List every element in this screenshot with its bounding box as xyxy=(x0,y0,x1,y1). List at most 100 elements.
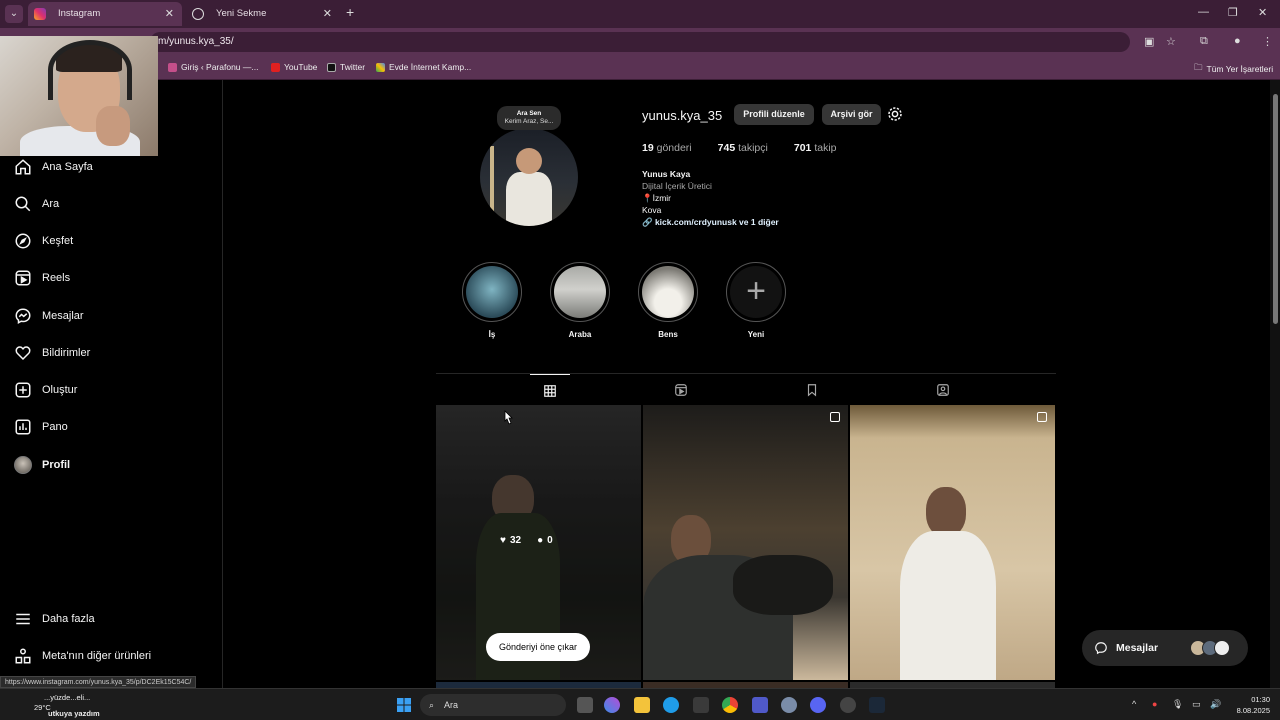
minimize-icon[interactable]: — xyxy=(1198,6,1209,18)
reels-icon xyxy=(15,270,31,286)
taskbar-notification-text: utkuya yazdım xyxy=(48,709,100,718)
tab-title: Yeni Sekme xyxy=(216,8,267,19)
bio-category: Dijital İçerik Üretici xyxy=(642,181,712,191)
folder-icon: 🗀 xyxy=(1194,62,1203,72)
highlight-label: Bens xyxy=(658,330,678,339)
edge-icon[interactable] xyxy=(663,697,679,713)
page-scrollbar[interactable] xyxy=(1270,80,1280,688)
profile-stats: 19 gönderi 745 takipçi 701 takip xyxy=(642,142,837,154)
all-bookmarks[interactable]: 🗀 Tüm Yer İşaretleri xyxy=(1194,62,1273,76)
chrome-icon[interactable] xyxy=(722,697,738,713)
profile-tabs xyxy=(436,373,1056,405)
bookmark-item[interactable]: Evde İnternet Kamp... xyxy=(376,62,471,72)
star-icon[interactable]: ☆ xyxy=(1166,35,1176,48)
taskbar-clock[interactable]: 01:30 8.08.2025 xyxy=(1237,694,1270,716)
sidebar-item-home[interactable]: Ana Sayfa xyxy=(14,152,93,182)
tab-posts[interactable] xyxy=(530,374,570,406)
store-icon[interactable] xyxy=(693,697,709,713)
profile-note[interactable]: Ara Sen Kerim Araz, Se... xyxy=(497,106,561,130)
post-tile[interactable] xyxy=(643,405,848,680)
profile-avatar[interactable] xyxy=(480,128,578,226)
menu-icon[interactable]: ⋮ xyxy=(1262,35,1273,48)
task-view-icon[interactable] xyxy=(577,697,593,713)
address-bar[interactable]: m/yunus.kya_35/ xyxy=(150,32,1130,52)
sidebar-item-meta[interactable]: Meta'nın diğer ürünleri xyxy=(14,641,151,671)
avatar xyxy=(1214,640,1230,656)
profile-icon[interactable]: ● xyxy=(1234,35,1241,47)
sidebar-item-messages[interactable]: Mesajlar xyxy=(14,301,84,331)
feature-post-button[interactable]: Gönderiyi öne çıkar xyxy=(486,633,590,661)
carousel-icon xyxy=(830,412,840,422)
sidebar-item-dashboard[interactable]: Pano xyxy=(14,412,68,442)
gear-icon[interactable] xyxy=(886,105,904,123)
taskbar-search[interactable]: ⌕ Ara xyxy=(420,694,566,716)
tab-tagged[interactable] xyxy=(923,374,963,406)
highlight-item[interactable]: Araba xyxy=(550,262,610,339)
discord-icon[interactable] xyxy=(810,697,826,713)
tab-reels[interactable] xyxy=(661,374,701,406)
steam-icon[interactable] xyxy=(869,697,885,713)
sidebar-item-label: Reels xyxy=(42,272,71,284)
file-explorer-icon[interactable] xyxy=(634,697,650,713)
teams-icon[interactable] xyxy=(752,697,768,713)
instagram-favicon-icon xyxy=(34,8,46,20)
url-text: m/yunus.kya_35/ xyxy=(158,36,234,47)
tab-search-button[interactable]: ⌄ xyxy=(5,5,23,23)
tab-new-tab[interactable]: Yeni Sekme ✕ xyxy=(186,2,340,26)
obs-icon[interactable] xyxy=(840,697,856,713)
tray-overflow-icon[interactable]: ^ xyxy=(1132,699,1136,709)
volume-icon[interactable]: 🔊 xyxy=(1210,699,1221,710)
tray-app-icon[interactable]: ● xyxy=(1152,699,1157,709)
following-stat[interactable]: 701 takip xyxy=(794,142,837,154)
highlight-cover xyxy=(554,266,606,318)
highlight-label: Yeni xyxy=(747,330,765,339)
sidebar-item-reels[interactable]: Reels xyxy=(14,263,70,293)
close-icon[interactable]: ✕ xyxy=(165,2,174,26)
view-archive-button[interactable]: Arşivi gör xyxy=(822,104,881,125)
sidebar-item-notifications[interactable]: Bildirimler xyxy=(14,338,90,368)
reels-icon xyxy=(675,384,687,396)
sidebar-item-create[interactable]: Oluştur xyxy=(14,375,77,405)
microphone-icon[interactable]: 🎙 xyxy=(1172,699,1183,710)
youtube-icon xyxy=(271,62,280,72)
extensions-icon[interactable]: ⧉ xyxy=(1200,35,1208,48)
sidebar-item-more[interactable]: Daha fazla xyxy=(14,604,95,634)
highlight-item[interactable]: İş xyxy=(462,262,522,339)
profile-username: yunus.kya_35 xyxy=(642,108,723,123)
bookmark-youtube[interactable]: YouTube xyxy=(271,62,317,72)
bookmarks-bar: Giriş ‹ Parafonu —... YouTube Twitter Ev… xyxy=(0,56,1280,80)
new-highlight-button[interactable]: + Yeni xyxy=(726,262,786,339)
bio-link[interactable]: 🔗 kick.com/crdyunusk ve 1 diğer xyxy=(642,216,779,228)
bookmark-twitter[interactable]: Twitter xyxy=(327,62,365,72)
bookmark-label: Tüm Yer İşaretleri xyxy=(1206,64,1274,74)
copilot-icon[interactable] xyxy=(604,697,620,713)
scrollbar-thumb[interactable] xyxy=(1273,94,1278,324)
sidebar-item-label: Mesajlar xyxy=(42,310,84,322)
sidebar-item-search[interactable]: Ara xyxy=(14,189,59,219)
webcam-overlay xyxy=(0,36,158,156)
post-tile[interactable] xyxy=(850,405,1055,680)
highlight-item[interactable]: Bens xyxy=(638,262,698,339)
close-icon[interactable]: ✕ xyxy=(323,2,332,26)
post-tile[interactable]: ♥ 32 ● 0 Gönderiyi öne çıkar xyxy=(436,405,641,680)
tab-saved[interactable] xyxy=(792,374,832,406)
windows-start-icon[interactable] xyxy=(396,697,412,713)
followers-stat[interactable]: 745 takipçi xyxy=(718,142,768,154)
comment-count: ● 0 xyxy=(537,535,553,546)
new-tab-button[interactable]: + xyxy=(346,4,354,20)
chart-icon xyxy=(15,419,31,435)
sidebar-item-profile[interactable]: Profil xyxy=(14,450,70,480)
avatar xyxy=(14,456,32,474)
bookmark-favicon-icon xyxy=(168,62,177,72)
app-icon[interactable] xyxy=(781,697,797,713)
network-icon[interactable]: ▭ xyxy=(1192,699,1201,710)
bookmark-item[interactable]: Giriş ‹ Parafonu —... xyxy=(168,62,258,72)
bookmark-label: Evde İnternet Kamp... xyxy=(389,62,472,72)
cast-icon[interactable]: ▣ xyxy=(1144,35,1154,48)
restore-icon[interactable]: ❐ xyxy=(1228,6,1238,19)
sidebar-item-explore[interactable]: Keşfet xyxy=(14,226,73,256)
tab-instagram[interactable]: Instagram ✕ xyxy=(28,2,182,26)
messages-pill[interactable]: Mesajlar xyxy=(1082,630,1248,666)
edit-profile-button[interactable]: Profili düzenle xyxy=(734,104,814,125)
window-close-icon[interactable]: ✕ xyxy=(1258,6,1267,19)
